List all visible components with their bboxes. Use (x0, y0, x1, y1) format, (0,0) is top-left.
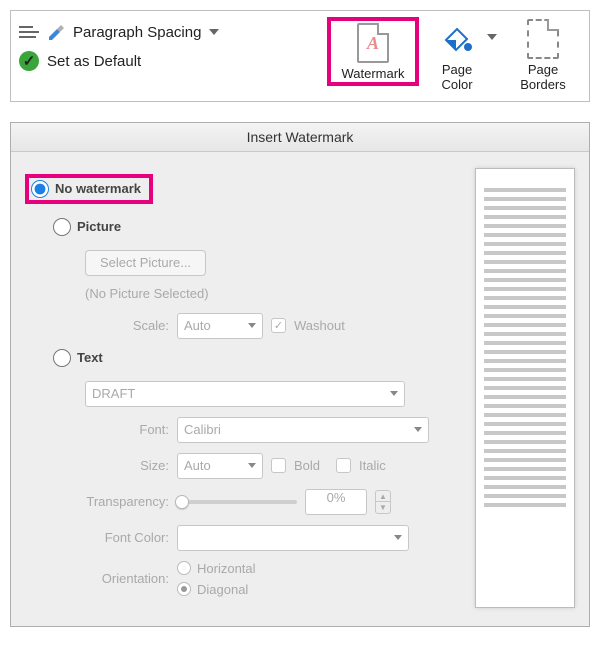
label-no-watermark: No watermark (55, 181, 141, 196)
insert-watermark-dialog: Insert Watermark No watermark Picture Se… (10, 122, 590, 627)
option-text-row: Text (53, 349, 461, 367)
chevron-down-icon (248, 323, 256, 328)
option-no-watermark-row: No watermark (25, 174, 461, 204)
orientation-label: Orientation: (59, 571, 169, 586)
size-select[interactable]: Auto (177, 453, 263, 479)
radio-no-watermark[interactable] (31, 180, 49, 198)
label-text: Text (77, 350, 103, 365)
watermark-icon: A (357, 23, 389, 63)
transparency-slider[interactable] (177, 500, 297, 504)
font-value: Calibri (184, 422, 221, 437)
dialog-title: Insert Watermark (11, 123, 589, 152)
text-preset-value: DRAFT (92, 386, 135, 401)
preview-page (475, 168, 575, 608)
radio-text[interactable] (53, 349, 71, 367)
bold-checkbox[interactable] (271, 458, 286, 473)
paragraph-spacing-button[interactable]: Paragraph Spacing (19, 23, 319, 41)
paragraph-lines-icon (19, 23, 39, 41)
slider-thumb-icon (175, 495, 189, 509)
chevron-down-icon (209, 29, 219, 35)
ribbon-left-group: Paragraph Spacing ✓ Set as Default (19, 17, 319, 71)
scale-label: Scale: (59, 318, 169, 333)
page-color-button[interactable]: Page Color (427, 17, 487, 93)
no-watermark-highlight: No watermark (25, 174, 153, 204)
preview-pane (475, 168, 575, 608)
radio-diagonal[interactable] (177, 582, 191, 596)
transparency-label: Transparency: (59, 494, 169, 509)
chevron-down-icon (248, 463, 256, 468)
page-borders-button[interactable]: Page Borders (505, 17, 581, 93)
brush-icon (47, 24, 65, 40)
set-as-default-label: Set as Default (47, 53, 141, 70)
check-circle-icon: ✓ (19, 51, 39, 71)
watermark-button[interactable]: A Watermark (335, 21, 411, 82)
radio-horizontal[interactable] (177, 561, 191, 575)
label-picture: Picture (77, 219, 121, 234)
stepper-down-icon: ▼ (376, 502, 390, 513)
page-borders-icon (527, 19, 559, 59)
font-color-label: Font Color: (59, 530, 169, 545)
italic-checkbox[interactable] (336, 458, 351, 473)
page-color-label: Page Color (433, 63, 481, 93)
size-label: Size: (59, 458, 169, 473)
paint-bucket-icon (440, 23, 474, 55)
page-color-dropdown[interactable] (487, 17, 497, 57)
set-as-default-button[interactable]: ✓ Set as Default (19, 51, 319, 71)
washout-checkbox[interactable] (271, 318, 286, 333)
scale-select[interactable]: Auto (177, 313, 263, 339)
option-picture-row: Picture (53, 218, 461, 236)
washout-label: Washout (294, 318, 345, 333)
watermark-highlight: A Watermark (327, 17, 419, 86)
watermark-label: Watermark (341, 67, 404, 82)
transparency-stepper[interactable]: ▲▼ (375, 490, 391, 514)
orientation-diagonal-label: Diagonal (197, 582, 248, 597)
font-select[interactable]: Calibri (177, 417, 429, 443)
font-color-select[interactable] (177, 525, 409, 551)
font-label: Font: (59, 422, 169, 437)
chevron-down-icon (414, 427, 422, 432)
size-value: Auto (184, 458, 211, 473)
select-picture-button[interactable]: Select Picture... (85, 250, 206, 276)
text-preset-select[interactable]: DRAFT (85, 381, 405, 407)
page-borders-label: Page Borders (511, 63, 575, 93)
bold-label: Bold (294, 458, 320, 473)
chevron-down-icon (487, 34, 497, 40)
stepper-up-icon: ▲ (376, 491, 390, 503)
transparency-value[interactable]: 0% (305, 489, 367, 515)
orientation-horizontal-label: Horizontal (197, 561, 256, 576)
ribbon: Paragraph Spacing ✓ Set as Default A Wat… (10, 10, 590, 102)
chevron-down-icon (394, 535, 402, 540)
chevron-down-icon (390, 391, 398, 396)
radio-picture[interactable] (53, 218, 71, 236)
no-picture-selected-label: (No Picture Selected) (85, 286, 461, 301)
italic-label: Italic (359, 458, 386, 473)
scale-value: Auto (184, 318, 211, 333)
paragraph-spacing-label: Paragraph Spacing (73, 24, 201, 41)
